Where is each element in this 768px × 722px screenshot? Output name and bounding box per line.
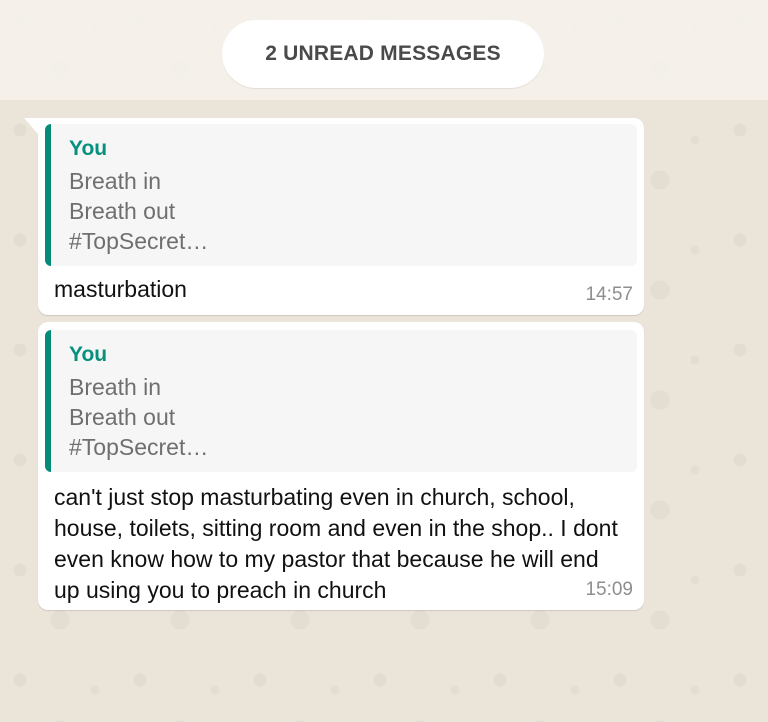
unread-banner-band: 2 UNREAD MESSAGES bbox=[0, 0, 768, 100]
unread-messages-badge: 2 UNREAD MESSAGES bbox=[222, 20, 544, 88]
quoted-line: Breath in bbox=[69, 374, 162, 400]
quoted-reply[interactable]: You Breath in Breath out #TopSecret… bbox=[45, 124, 637, 266]
quoted-line: #TopSecret… bbox=[69, 434, 209, 460]
message-timestamp: 14:57 bbox=[585, 284, 633, 305]
message-bubble[interactable]: You Breath in Breath out #TopSecret… can… bbox=[38, 322, 644, 610]
message-text: can't just stop masturbating even in chu… bbox=[54, 484, 618, 603]
bubble-tail bbox=[24, 118, 38, 134]
message-text: masturbation bbox=[54, 276, 187, 302]
message-timestamp: 15:09 bbox=[585, 579, 633, 600]
quoted-line: Breath out bbox=[69, 198, 176, 224]
quoted-reply[interactable]: You Breath in Breath out #TopSecret… bbox=[45, 330, 637, 472]
quoted-line: Breath out bbox=[69, 404, 176, 430]
quoted-author: You bbox=[69, 137, 108, 160]
quoted-line: Breath in bbox=[69, 168, 162, 194]
quoted-line: #TopSecret… bbox=[69, 228, 209, 254]
quoted-author: You bbox=[69, 343, 108, 366]
message-bubble[interactable]: You Breath in Breath out #TopSecret… mas… bbox=[24, 118, 644, 315]
